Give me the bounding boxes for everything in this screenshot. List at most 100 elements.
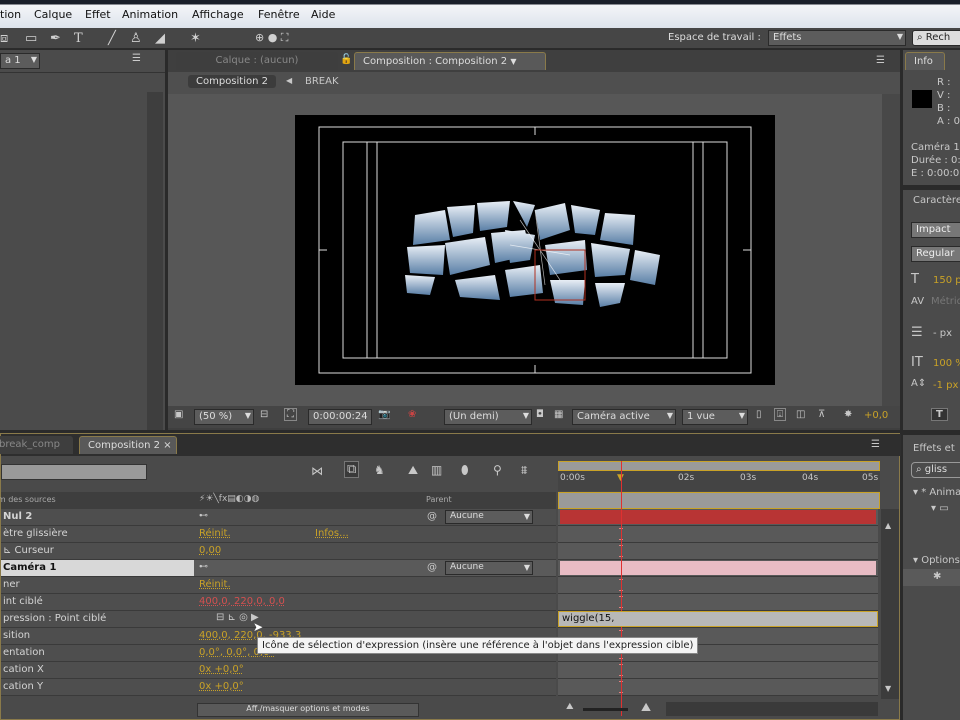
- property-value[interactable]: 0,00: [199, 545, 221, 556]
- toggle-switches-modes-button[interactable]: Aff./masquer options et modes: [197, 703, 419, 717]
- baseline-shift-value[interactable]: -1 px: [933, 380, 958, 391]
- tab-info[interactable]: Info: [905, 52, 945, 70]
- zoom-out-icon[interactable]: ⛰: [566, 702, 574, 712]
- effects-search-input[interactable]: ⌕ gliss: [911, 462, 960, 478]
- tab-composition[interactable]: Composition : Composition 2 ▼: [354, 52, 546, 70]
- live-update-icon[interactable]: ⧉: [344, 461, 360, 478]
- horizontal-scrollbar[interactable]: [666, 702, 878, 716]
- menu-fenetre[interactable]: Fenêtre: [258, 8, 300, 21]
- zoom-slider[interactable]: [583, 708, 628, 711]
- hide-shy-layers-icon[interactable]: ⛰: [408, 463, 418, 478]
- tree-item-options[interactable]: ▾ Options: [913, 555, 960, 566]
- menu-composition[interactable]: tion: [0, 8, 21, 21]
- panel-menu-icon[interactable]: ☰: [132, 53, 141, 64]
- layer-bar-null[interactable]: [560, 510, 876, 524]
- tab-break-comp[interactable]: break_comp: [0, 436, 73, 454]
- graph-editor-icon[interactable]: ⩩: [521, 463, 527, 478]
- draft-3d-icon[interactable]: ♞: [374, 463, 385, 477]
- flowchart-icon[interactable]: ⊼: [818, 409, 825, 420]
- font-style-dropdown[interactable]: Regular: [911, 246, 960, 262]
- timeline-scrollbar[interactable]: ▲ ▼: [881, 509, 899, 699]
- kerning-value[interactable]: Métriq: [931, 296, 960, 307]
- text-tool-icon[interactable]: T: [74, 31, 83, 46]
- property-row[interactable]: ner Réinit.: [1, 577, 556, 594]
- brush-tool-icon[interactable]: ╱: [108, 31, 116, 46]
- shy-switch-icon[interactable]: ⊷: [199, 562, 208, 572]
- column-parent[interactable]: Parent: [426, 495, 452, 504]
- transparency-grid-icon[interactable]: ▦: [554, 409, 563, 420]
- always-preview-icon[interactable]: ▣: [174, 409, 183, 420]
- snapshot-icon[interactable]: 📷: [378, 409, 390, 420]
- property-value[interactable]: 0x +0,0°: [199, 681, 244, 692]
- property-row[interactable]: cation Y 0x +0,0°: [1, 679, 556, 696]
- track-row[interactable]: [558, 679, 878, 696]
- current-time-field[interactable]: 0:00:00:24: [308, 409, 372, 425]
- time-ruler[interactable]: 0:00s ▼ 02s 03s 04s 05s: [558, 471, 880, 491]
- close-icon[interactable]: ×: [163, 440, 171, 451]
- viewer-scrollbar[interactable]: [882, 94, 900, 406]
- tab-composition-2[interactable]: Composition 2 ×: [79, 436, 177, 454]
- property-row[interactable]: cation X 0x +0,0°: [1, 662, 556, 679]
- property-row[interactable]: int ciblé 400,0, 220,0, 0,0: [1, 594, 556, 611]
- workspace-dropdown[interactable]: Effets ▼: [768, 30, 906, 46]
- breadcrumb-composition-2[interactable]: Composition 2: [188, 75, 276, 88]
- menu-affichage[interactable]: Affichage: [192, 8, 244, 21]
- toggle-pixel-aspect-icon[interactable]: ▯: [756, 409, 762, 420]
- property-row[interactable]: ètre glissière Réinit. Infos...: [1, 526, 556, 543]
- track-row[interactable]: [558, 526, 878, 543]
- panel-menu-icon[interactable]: ☰: [876, 55, 885, 66]
- magnification-dropdown[interactable]: (50 %) ▼: [194, 409, 254, 425]
- comp-mini-flowchart-icon[interactable]: ⋈: [311, 464, 323, 478]
- stroke-width-value[interactable]: - px: [933, 328, 952, 339]
- tab-layer[interactable]: Calque : (aucun): [176, 52, 338, 70]
- tree-item-animation[interactable]: ▾ * Anima: [913, 487, 960, 498]
- fast-preview-icon[interactable]: ⍗: [774, 408, 786, 421]
- frame-blending-icon[interactable]: ▥: [431, 463, 442, 477]
- view-layout-dropdown[interactable]: 1 vue ▼: [682, 409, 748, 425]
- project-dropdown[interactable]: a 1 ▼: [0, 53, 40, 69]
- shy-switch-icon[interactable]: ⊷: [199, 511, 208, 521]
- timeline-search-input[interactable]: [1, 464, 147, 480]
- region-of-interest-icon[interactable]: ◘: [536, 409, 544, 420]
- exposure-icon[interactable]: ✸: [844, 409, 852, 420]
- playhead-line[interactable]: [621, 461, 622, 716]
- property-value[interactable]: Réinit.: [199, 528, 231, 539]
- effect-item[interactable]: ✱: [903, 569, 960, 586]
- pickwhip-icon[interactable]: @: [427, 562, 437, 573]
- grid-guides-icon[interactable]: ⊟: [260, 409, 268, 420]
- rectangle-tool-icon[interactable]: ▭: [25, 31, 37, 46]
- lock-icon[interactable]: 🔓: [340, 54, 352, 65]
- pickwhip-icon[interactable]: @: [427, 511, 437, 522]
- pen-tool-icon[interactable]: ✒: [50, 31, 61, 46]
- font-size-value[interactable]: 150 px: [933, 275, 960, 286]
- track-row[interactable]: [558, 594, 878, 611]
- layer-bar-camera[interactable]: [560, 561, 876, 575]
- puppet-pin-icon[interactable]: ✶: [190, 31, 201, 46]
- resolution-dropdown[interactable]: (Un demi) ▼: [444, 409, 532, 425]
- layer-row[interactable]: Nul 2 ⊷ @ Aucune ▼: [1, 509, 556, 526]
- clone-stamp-icon[interactable]: ♙: [130, 31, 142, 46]
- menu-animation[interactable]: Animation: [122, 8, 178, 21]
- zoom-in-icon[interactable]: ⛰: [641, 700, 651, 715]
- exposure-value[interactable]: +0,0: [864, 410, 888, 421]
- parent-dropdown[interactable]: Aucune ▼: [445, 510, 533, 524]
- mask-visibility-icon[interactable]: ⛶: [284, 408, 297, 421]
- panel-menu-icon[interactable]: ☰: [871, 439, 880, 450]
- local-axis-icon[interactable]: ⊕ ● ⛶: [255, 31, 289, 45]
- menu-aide[interactable]: Aide: [311, 8, 335, 21]
- track-row[interactable]: [558, 662, 878, 679]
- camera-view-dropdown[interactable]: Caméra active ▼: [572, 409, 676, 425]
- orbit-camera-icon[interactable]: ⧈: [0, 31, 8, 46]
- property-value[interactable]: Réinit.: [199, 579, 231, 590]
- timeline-icon[interactable]: ◫: [796, 409, 805, 420]
- project-scrollbar[interactable]: [147, 92, 163, 430]
- faux-bold-button[interactable]: T: [931, 408, 948, 421]
- track-row[interactable]: [558, 577, 878, 594]
- work-area-bar[interactable]: [558, 461, 880, 471]
- motion-blur-icon[interactable]: ⬮: [461, 463, 469, 478]
- track-row[interactable]: [558, 543, 878, 560]
- eraser-tool-icon[interactable]: ◢: [155, 31, 165, 46]
- track-row[interactable]: [558, 560, 878, 577]
- property-value[interactable]: 400,0, 220,0, 0,0: [199, 596, 285, 607]
- breadcrumb-break[interactable]: BREAK: [305, 76, 339, 87]
